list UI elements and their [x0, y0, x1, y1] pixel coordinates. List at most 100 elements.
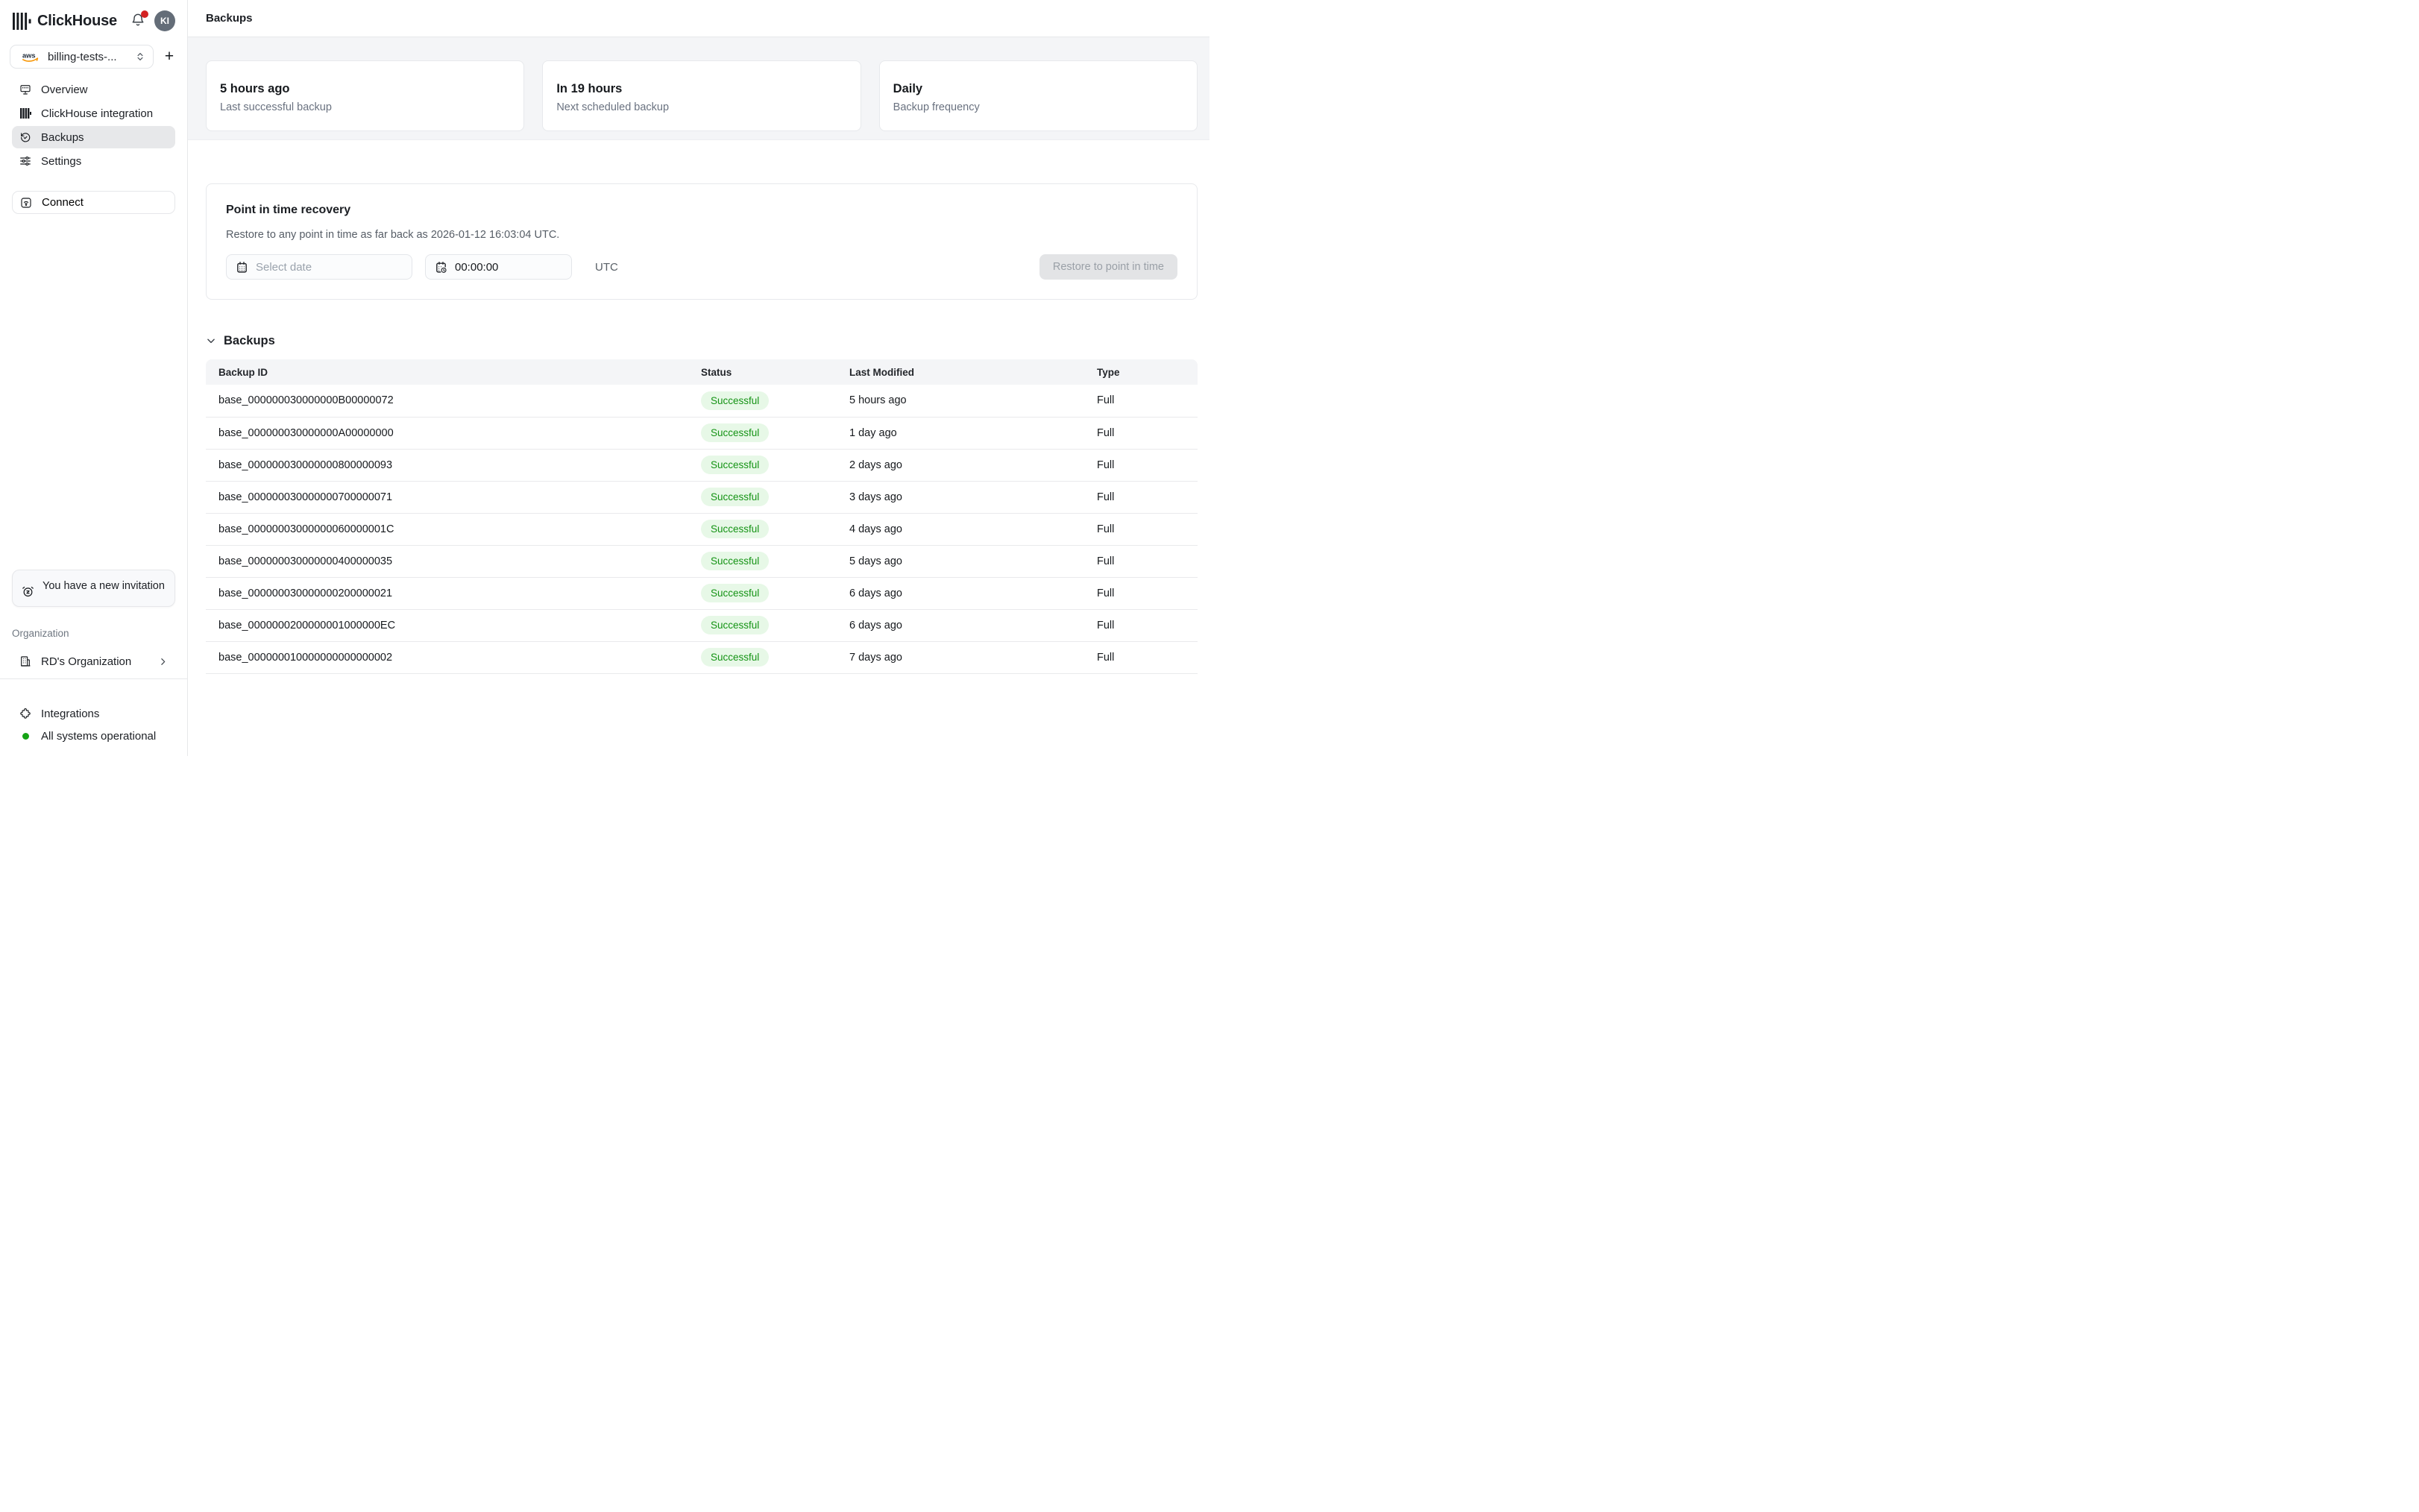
service-selector[interactable]: aws billing-tests-... — [10, 45, 154, 69]
backup-id: base_000000030000000700000071 — [206, 481, 701, 513]
table-row[interactable]: base_0000000200000001000000EC Successful… — [206, 609, 1198, 641]
table-row[interactable]: base_000000030000000200000021 Successful… — [206, 577, 1198, 609]
point-in-time-recovery-panel: Point in time recovery Restore to any po… — [206, 183, 1198, 300]
backup-id: base_0000000200000001000000EC — [206, 609, 701, 641]
sidebar-item-clickhouse-integration[interactable]: ClickHouse integration — [12, 102, 175, 125]
alarm-snooze-icon — [22, 585, 34, 598]
backups-section-heading: Backups — [206, 322, 1198, 359]
backup-type: Full — [1097, 545, 1198, 577]
backup-type: Full — [1097, 449, 1198, 481]
status-badge: Successful — [701, 488, 769, 506]
sidebar-item-label: ClickHouse integration — [41, 107, 153, 120]
backup-type: Full — [1097, 481, 1198, 513]
last-modified: 6 days ago — [849, 577, 1097, 609]
aws-icon: aws — [21, 51, 40, 63]
integrations-link[interactable]: Integrations — [12, 702, 175, 725]
last-modified: 5 days ago — [849, 545, 1097, 577]
sidebar-header: ClickHouse KI — [0, 0, 187, 31]
clickhouse-bars-icon — [19, 107, 31, 119]
integrations-label: Integrations — [41, 708, 99, 720]
backup-id: base_00000003000000060000001C — [206, 513, 701, 545]
sidebar-footer: Integrations All systems operational — [0, 678, 187, 756]
invitation-banner[interactable]: You have a new invitation — [12, 570, 175, 607]
status-badge: Successful — [701, 456, 769, 474]
timezone-label: UTC — [595, 261, 618, 274]
presentation-icon — [19, 84, 31, 95]
notification-dot — [141, 10, 148, 18]
column-type: Type — [1097, 359, 1198, 385]
page-title: Backups — [206, 12, 253, 25]
organization-label: Organization — [12, 628, 175, 639]
backup-type: Full — [1097, 385, 1198, 417]
service-selector-row: aws billing-tests-... + — [10, 45, 178, 69]
time-value: 00:00:00 — [455, 261, 498, 274]
chevron-up-down-icon — [135, 51, 145, 62]
card-label: Next scheduled backup — [556, 101, 846, 113]
puzzle-icon — [19, 708, 31, 719]
pitr-title: Point in time recovery — [226, 204, 1177, 217]
status-badge: Successful — [701, 648, 769, 667]
pitr-description: Restore to any point in time as far back… — [226, 229, 1177, 241]
table-row[interactable]: base_000000030000000700000071 Successful… — [206, 481, 1198, 513]
sidebar-nav: Overview ClickHouse integration Backups — [0, 78, 187, 174]
sidebar-item-label: Overview — [41, 84, 88, 96]
connect-wifi-icon — [20, 197, 32, 209]
table-header-row: Backup ID Status Last Modified Type — [206, 359, 1198, 385]
restore-to-point-in-time-button[interactable]: Restore to point in time — [1039, 254, 1177, 280]
backup-id: base_000000010000000000000002 — [206, 641, 701, 673]
card-next-scheduled-backup: In 19 hours Next scheduled backup — [542, 60, 861, 131]
svg-text:aws: aws — [22, 51, 36, 59]
table-row[interactable]: base_000000030000000A00000000 Successful… — [206, 417, 1198, 449]
card-backup-frequency: Daily Backup frequency — [879, 60, 1198, 131]
page-content: Point in time recovery Restore to any po… — [188, 140, 1210, 756]
last-modified: 4 days ago — [849, 513, 1097, 545]
table-row[interactable]: base_00000003000000060000001C Successful… — [206, 513, 1198, 545]
date-input[interactable]: Select date — [226, 254, 412, 280]
backup-id: base_000000030000000B00000072 — [206, 385, 701, 417]
sidebar-item-backups[interactable]: Backups — [12, 126, 175, 148]
organization-name: RD's Organization — [41, 655, 131, 668]
clickhouse-logo-icon — [13, 13, 31, 30]
backup-type: Full — [1097, 641, 1198, 673]
column-status: Status — [701, 359, 849, 385]
backup-type: Full — [1097, 417, 1198, 449]
table-row[interactable]: base_000000030000000800000093 Successful… — [206, 449, 1198, 481]
card-label: Last successful backup — [220, 101, 510, 113]
status-badge: Successful — [701, 616, 769, 634]
backup-type: Full — [1097, 609, 1198, 641]
sidebar-item-label: Backups — [41, 131, 84, 144]
sidebar-item-overview[interactable]: Overview — [12, 78, 175, 101]
last-modified: 1 day ago — [849, 417, 1097, 449]
time-input[interactable]: 00:00:00 — [425, 254, 572, 280]
card-last-successful-backup: 5 hours ago Last successful backup — [206, 60, 524, 131]
sidebar-item-settings[interactable]: Settings — [12, 150, 175, 172]
system-status-link[interactable]: All systems operational — [12, 725, 175, 747]
add-service-button[interactable]: + — [160, 48, 178, 66]
last-modified: 7 days ago — [849, 641, 1097, 673]
status-badge: Successful — [701, 584, 769, 602]
sliders-icon — [19, 155, 31, 167]
backup-id: base_000000030000000400000035 — [206, 545, 701, 577]
table-row[interactable]: base_000000030000000B00000072 Successful… — [206, 385, 1198, 417]
table-row[interactable]: base_000000030000000400000035 Successful… — [206, 545, 1198, 577]
service-name: billing-tests-... — [48, 51, 135, 63]
card-value: In 19 hours — [556, 82, 846, 96]
organization-switcher[interactable]: RD's Organization — [12, 650, 175, 672]
table-row[interactable]: base_000000010000000000000002 Successful… — [206, 641, 1198, 673]
avatar[interactable]: KI — [154, 10, 175, 31]
status-badge: Successful — [701, 552, 769, 570]
date-placeholder: Select date — [256, 261, 312, 274]
status-badge: Successful — [701, 391, 769, 410]
sidebar: ClickHouse KI aws billing-tests-... + — [0, 0, 188, 756]
chevron-right-icon — [158, 657, 168, 667]
status-dot-icon — [22, 733, 29, 740]
summary-band: 5 hours ago Last successful backup In 19… — [188, 37, 1210, 140]
notifications-button[interactable] — [130, 13, 147, 29]
connect-label: Connect — [42, 196, 84, 209]
status-badge: Successful — [701, 423, 769, 442]
column-backup-id: Backup ID — [206, 359, 701, 385]
connect-button[interactable]: Connect — [12, 191, 175, 214]
chevron-down-icon[interactable] — [206, 336, 216, 346]
card-value: Daily — [893, 82, 1183, 96]
system-status-label: All systems operational — [41, 730, 156, 743]
